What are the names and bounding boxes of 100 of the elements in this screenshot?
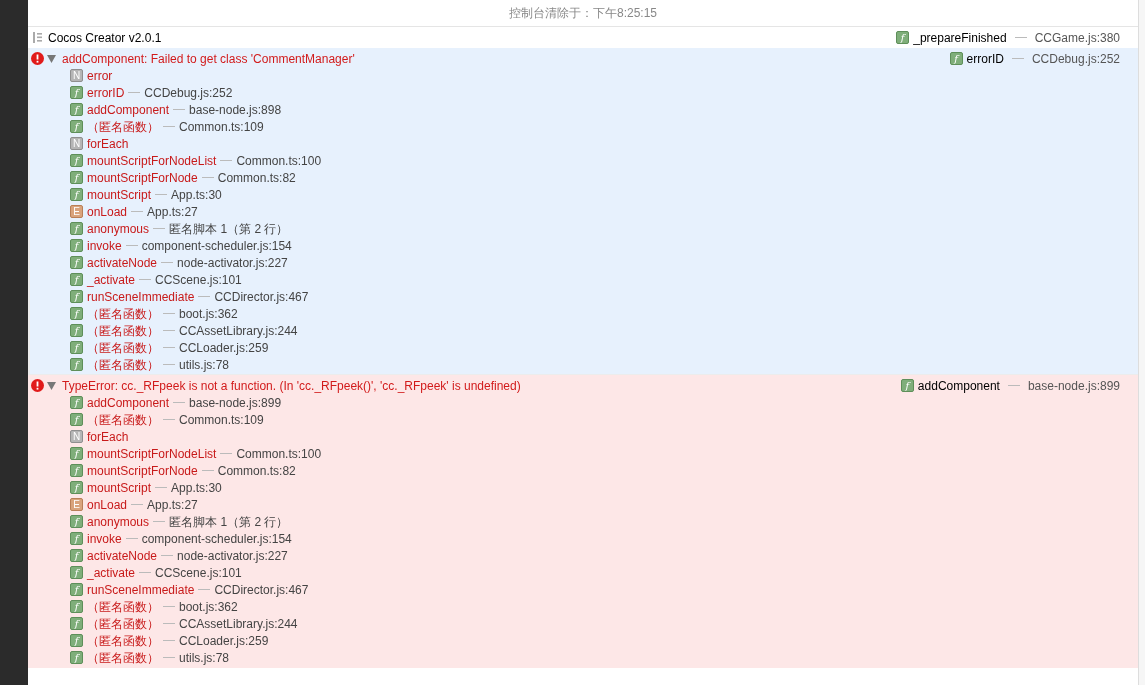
frame-location[interactable]: Common.ts:82 (217, 168, 296, 187)
function-icon: f (70, 600, 83, 613)
separator-dash (220, 160, 233, 161)
call-site-function[interactable]: _prepareFinished (913, 28, 1007, 47)
frame-location[interactable]: CCDirector.js:467 (214, 580, 309, 599)
frame-location[interactable]: CCScene.js:101 (155, 563, 242, 582)
function-icon: f (70, 188, 83, 201)
frame-function[interactable]: （匿名函数） (87, 614, 159, 633)
frame-location[interactable]: 匿名脚本 1（第 2 行） (169, 219, 289, 238)
frame-location[interactable]: Common.ts:100 (236, 151, 322, 170)
frame-function[interactable]: mountScriptForNodeList (87, 151, 217, 170)
frame-location[interactable]: CCAssetLibrary.js:244 (179, 321, 298, 340)
separator-dash (153, 521, 166, 522)
frame-function[interactable]: （匿名函数） (87, 117, 159, 136)
frame-location[interactable]: node-activator.js:227 (177, 253, 288, 272)
frame-location[interactable]: CCDirector.js:467 (214, 287, 309, 306)
call-site-location[interactable]: CCDebug.js:252 (1031, 49, 1120, 68)
frame-function[interactable]: onLoad (87, 202, 128, 221)
frame-location[interactable]: base-node.js:899 (189, 393, 282, 412)
frame-function[interactable]: mountScriptForNode (87, 461, 198, 480)
disclosure-triangle-icon[interactable] (47, 54, 56, 63)
separator-dash (163, 657, 175, 658)
frame-function[interactable]: runSceneImmediate (87, 287, 195, 306)
frame-function[interactable]: mountScriptForNode (87, 168, 198, 187)
frame-function[interactable]: forEach (87, 134, 129, 153)
native-code-icon: N (70, 137, 83, 150)
separator-dash (1014, 37, 1027, 38)
separator-dash (128, 92, 141, 93)
frame-location[interactable]: App.ts:27 (147, 202, 198, 221)
frame-location[interactable]: utils.js:78 (179, 355, 230, 374)
function-icon: f (70, 358, 83, 371)
message-text: addComponent: Failed to get class 'CommentManager' (62, 50, 356, 68)
frame-location[interactable]: App.ts:30 (171, 185, 222, 204)
separator-dash (155, 487, 168, 488)
function-icon: f (70, 566, 83, 579)
frame-function[interactable]: anonymous (87, 219, 150, 238)
frame-function[interactable]: anonymous (87, 512, 150, 531)
frame-function[interactable]: invoke (87, 529, 122, 548)
separator-dash (173, 109, 186, 110)
separator-dash (198, 589, 211, 590)
call-site-location[interactable]: CCGame.js:380 (1034, 28, 1120, 47)
separator-dash (163, 347, 175, 348)
function-icon: f (70, 481, 83, 494)
frame-location[interactable]: Common.ts:82 (217, 461, 296, 480)
frame-function[interactable]: mountScript (87, 185, 152, 204)
frame-location[interactable]: boot.js:362 (179, 597, 238, 616)
frame-location[interactable]: CCScene.js:101 (155, 270, 242, 289)
frame-function[interactable]: （匿名函数） (87, 631, 159, 650)
error-message[interactable] (28, 375, 1138, 668)
separator-dash (163, 330, 175, 331)
function-icon: f (70, 307, 83, 320)
native-code-icon: N (70, 69, 83, 82)
frame-location[interactable]: 匿名脚本 1（第 2 行） (169, 512, 289, 531)
frame-location[interactable]: App.ts:27 (147, 495, 198, 514)
function-icon: f (896, 31, 910, 44)
function-icon: f (949, 52, 963, 65)
frame-location[interactable]: CCAssetLibrary.js:244 (179, 614, 298, 633)
frame-function[interactable]: _activate (87, 270, 136, 289)
function-icon: f (70, 515, 83, 528)
frame-function[interactable]: （匿名函数） (87, 338, 159, 357)
frame-location[interactable]: Common.ts:109 (179, 117, 264, 136)
frame-function[interactable]: activateNode (87, 253, 158, 272)
frame-function[interactable]: forEach (87, 427, 129, 446)
frame-location[interactable]: component-scheduler.js:154 (141, 529, 292, 548)
function-icon: f (70, 413, 83, 426)
frame-location[interactable]: CCLoader.js:259 (179, 338, 269, 357)
function-icon: f (70, 447, 83, 460)
frame-location[interactable]: CCDebug.js:252 (144, 83, 233, 102)
frame-function[interactable]: addComponent (87, 100, 170, 119)
frame-function[interactable]: _activate (87, 563, 136, 582)
frame-function[interactable]: （匿名函数） (87, 648, 159, 667)
frame-function[interactable]: error (87, 66, 113, 85)
frame-function[interactable]: （匿名函数） (87, 304, 159, 323)
frame-function[interactable]: onLoad (87, 495, 128, 514)
frame-location[interactable]: base-node.js:898 (189, 100, 282, 119)
frame-location[interactable]: Common.ts:109 (179, 410, 264, 429)
frame-function[interactable]: （匿名函数） (87, 597, 159, 616)
separator-dash (163, 623, 175, 624)
disclosure-triangle-icon[interactable] (47, 381, 56, 390)
frame-function[interactable]: （匿名函数） (87, 355, 159, 374)
error-message[interactable] (28, 48, 1138, 375)
frame-location[interactable]: CCLoader.js:259 (179, 631, 269, 650)
frame-function[interactable]: activateNode (87, 546, 158, 565)
call-site-location[interactable]: base-node.js:899 (1027, 376, 1120, 395)
frame-location[interactable]: boot.js:362 (179, 304, 238, 323)
frame-function[interactable]: addComponent (87, 393, 170, 412)
frame-function[interactable]: （匿名函数） (87, 410, 159, 429)
frame-location[interactable]: node-activator.js:227 (177, 546, 288, 565)
frame-function[interactable]: runSceneImmediate (87, 580, 195, 599)
frame-location[interactable]: Common.ts:100 (236, 444, 322, 463)
call-site-function[interactable]: errorID (966, 49, 1004, 68)
frame-location[interactable]: utils.js:78 (179, 648, 230, 667)
frame-function[interactable]: mountScript (87, 478, 152, 497)
frame-location[interactable]: component-scheduler.js:154 (141, 236, 292, 255)
call-site-function[interactable]: addComponent (917, 376, 1000, 395)
frame-function[interactable]: invoke (87, 236, 122, 255)
frame-function[interactable]: mountScriptForNodeList (87, 444, 217, 463)
frame-function[interactable]: （匿名函数） (87, 321, 159, 340)
frame-function[interactable]: errorID (87, 83, 125, 102)
frame-location[interactable]: App.ts:30 (171, 478, 222, 497)
